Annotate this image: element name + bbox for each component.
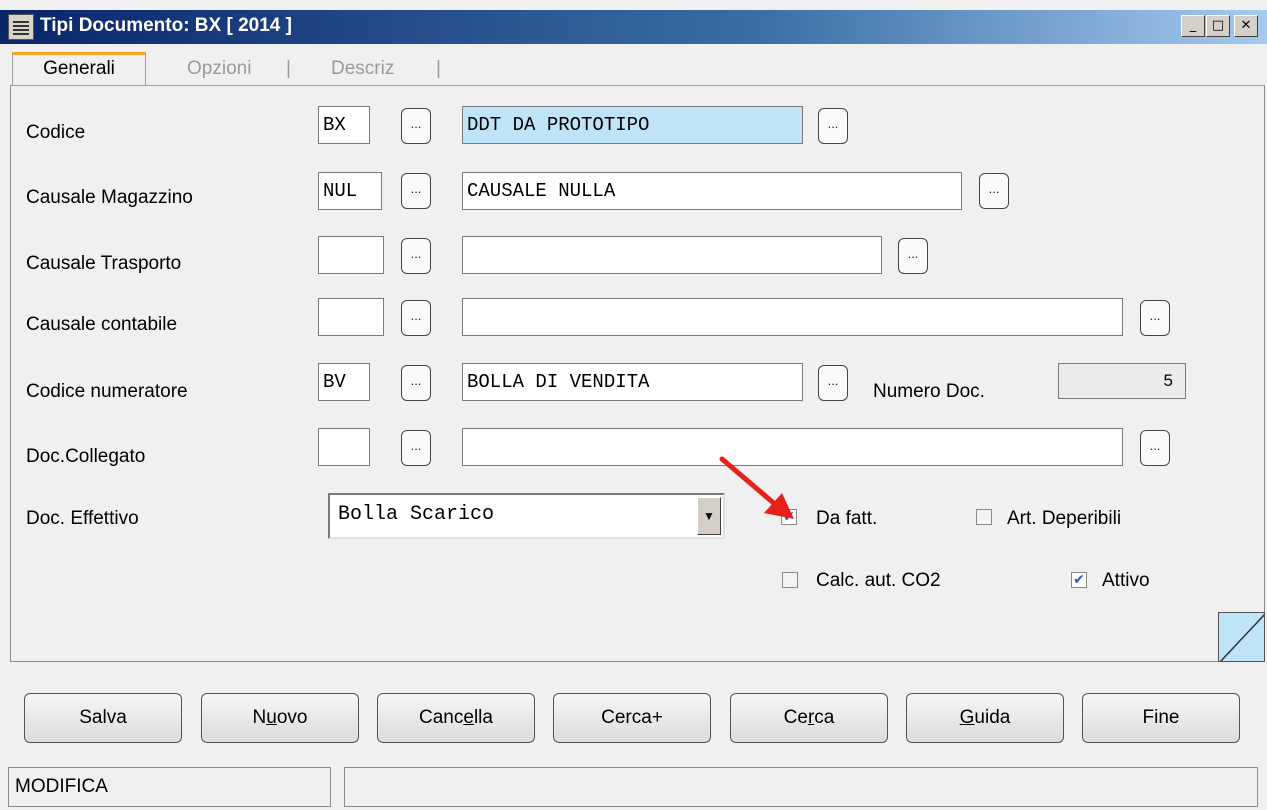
causale-magazzino-lookup-button[interactable]: ... xyxy=(401,173,431,209)
close-button[interactable]: ✕ xyxy=(1234,15,1258,37)
causale-magazzino-label: Causale Magazzino xyxy=(26,187,193,208)
causale-contabile-description-lookup-button[interactable]: ... xyxy=(1140,300,1170,336)
codice-numeratore-field[interactable]: BV xyxy=(318,363,370,401)
tab-separator: | xyxy=(436,58,441,79)
cerca-button[interactable]: Cerca xyxy=(730,693,888,743)
codice-numeratore-lookup-button[interactable]: ... xyxy=(401,365,431,401)
tab-generali[interactable]: Generali xyxy=(12,52,146,86)
codice-description-field[interactable]: DDT DA PROTOTIPO xyxy=(462,106,803,144)
causale-magazzino-field[interactable]: NUL xyxy=(318,172,382,210)
cancella-button[interactable]: Cancella xyxy=(377,693,535,743)
nuovo-button[interactable]: Nuovo xyxy=(201,693,359,743)
tab-separator: | xyxy=(286,58,291,79)
attivo-checkbox[interactable]: ✔ xyxy=(1071,572,1087,588)
fine-button[interactable]: Fine xyxy=(1082,693,1240,743)
app-icon[interactable] xyxy=(8,14,34,40)
calc-co2-label: Calc. aut. CO2 xyxy=(816,570,941,591)
codice-numeratore-description-field[interactable]: BOLLA DI VENDITA xyxy=(462,363,803,401)
doc-collegato-field[interactable] xyxy=(318,428,370,466)
salva-button[interactable]: Salva xyxy=(24,693,182,743)
guida-button[interactable]: Guida xyxy=(906,693,1064,743)
causale-contabile-description-field[interactable] xyxy=(462,298,1123,336)
doc-effettivo-label: Doc. Effettivo xyxy=(26,508,139,529)
causale-trasporto-label: Causale Trasporto xyxy=(26,253,182,274)
minimize-button[interactable]: _ xyxy=(1181,15,1205,37)
da-fatt-label: Da fatt. xyxy=(816,508,878,529)
causale-magazzino-description-lookup-button[interactable]: ... xyxy=(979,173,1009,209)
status-mode: MODIFICA xyxy=(8,767,331,807)
art-deperibili-label: Art. Deperibili xyxy=(1007,508,1122,529)
codice-description-lookup-button[interactable]: ... xyxy=(818,108,848,144)
window-title: Tipi Documento: BX [ 2014 ] xyxy=(40,15,292,36)
resize-grip-icon[interactable] xyxy=(1218,612,1265,662)
cerca-plus-button[interactable]: Cerca+ xyxy=(553,693,711,743)
causale-magazzino-description-field[interactable]: CAUSALE NULLA xyxy=(462,172,962,210)
doc-collegato-label: Doc.Collegato xyxy=(26,446,146,467)
tab-opzioni[interactable]: Opzioni xyxy=(187,58,251,80)
causale-trasporto-description-lookup-button[interactable]: ... xyxy=(898,238,928,274)
art-deperibili-checkbox[interactable] xyxy=(976,509,992,525)
codice-label: Codice xyxy=(26,122,86,143)
doc-effettivo-select[interactable]: Bolla Scarico ▼ xyxy=(328,493,725,539)
doc-collegato-lookup-button[interactable]: ... xyxy=(401,430,431,466)
calc-co2-checkbox[interactable] xyxy=(782,572,798,588)
attivo-label: Attivo xyxy=(1102,570,1150,591)
codice-lookup-button[interactable]: ... xyxy=(401,108,431,144)
causale-contabile-label: Causale contabile xyxy=(26,314,178,335)
codice-numeratore-label: Codice numeratore xyxy=(26,381,188,402)
causale-contabile-field[interactable] xyxy=(318,298,384,336)
title-bar[interactable]: Tipi Documento: BX [ 2014 ] _ □ ✕ xyxy=(0,10,1267,44)
causale-trasporto-description-field[interactable] xyxy=(462,236,882,274)
main-window: Tipi Documento: BX [ 2014 ] _ □ ✕ Genera… xyxy=(0,0,1267,810)
numero-doc-label: Numero Doc. xyxy=(873,381,985,402)
codice-field[interactable]: BX xyxy=(318,106,370,144)
causale-trasporto-field[interactable] xyxy=(318,236,384,274)
codice-numeratore-description-lookup-button[interactable]: ... xyxy=(818,365,848,401)
causale-trasporto-lookup-button[interactable]: ... xyxy=(401,238,431,274)
annotation-arrow-icon xyxy=(719,456,794,519)
doc-effettivo-value: Bolla Scarico xyxy=(338,503,495,526)
maximize-button[interactable]: □ xyxy=(1206,15,1230,37)
causale-contabile-lookup-button[interactable]: ... xyxy=(401,300,431,336)
tab-descriz[interactable]: Descriz xyxy=(331,58,394,80)
numero-doc-field: 5 xyxy=(1058,363,1186,399)
doc-collegato-description-lookup-button[interactable]: ... xyxy=(1140,430,1170,466)
status-message xyxy=(344,767,1258,807)
